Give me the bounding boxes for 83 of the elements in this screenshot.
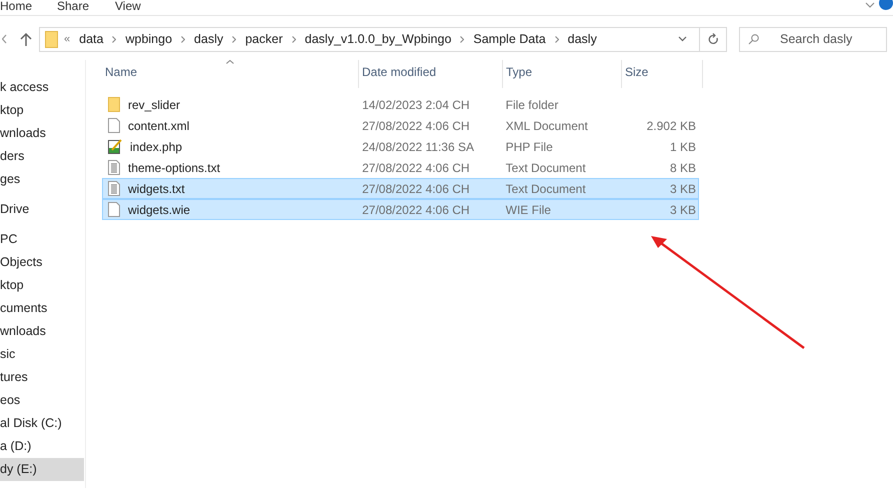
file-name: content.xml: [128, 118, 190, 132]
sidebar-item[interactable]: sic: [0, 343, 84, 366]
type-cell-text: Text Document: [504, 160, 587, 174]
sidebar-item[interactable]: tures: [0, 366, 84, 389]
file-name: index.php: [130, 140, 182, 154]
notepad-icon: [108, 139, 122, 154]
type-cell-text: File folder: [504, 98, 560, 112]
column-header[interactable]: Type: [503, 60, 622, 88]
ribbon-tab[interactable]: Home: [0, 0, 57, 13]
sidebar-item[interactable]: k access: [0, 76, 84, 99]
date-cell-text: 27/08/2022 4:06 CH: [361, 202, 471, 216]
sidebar-item[interactable]: ktop: [0, 99, 84, 122]
chevron-right-icon[interactable]: [181, 36, 186, 42]
type-cell-text: WIE File: [504, 202, 552, 216]
address-bar[interactable]: « data wpbingo dasly packer dasly_v1.0.0_by_Wpbingo Sample Data dasly: [39, 26, 727, 52]
sidebar-item[interactable]: PC: [0, 228, 84, 251]
breadcrumb[interactable]: dasly: [194, 32, 224, 46]
chevron-right-icon[interactable]: [460, 36, 464, 42]
size-cell: 3 KB: [670, 202, 696, 216]
file-name: rev_slider: [128, 98, 180, 112]
file-row[interactable]: index.php 24/08/2022 11:36 SA PHP File 1 KB: [102, 136, 699, 157]
date-cell-text: 14/02/2023 2:04 CH: [361, 98, 471, 112]
date-cell-text: 27/08/2022 4:06 CH: [361, 182, 471, 196]
sidebar-item[interactable]: al Disk (C:): [0, 412, 84, 435]
chevron-down-icon[interactable]: [865, 2, 875, 8]
column-header[interactable]: Date modified: [359, 60, 503, 88]
file-row[interactable]: widgets.txt 27/08/2022 4:06 CH Text Document 3 KB: [102, 178, 699, 199]
file-name: widgets.wie: [128, 202, 190, 216]
breadcrumb[interactable]: packer: [245, 32, 283, 46]
sidebar-item[interactable]: a (D:): [0, 435, 84, 458]
type-cell-text: XML Document: [504, 118, 589, 132]
sidebar-item[interactable]: ges: [0, 168, 84, 191]
breadcrumb[interactable]: dasly: [568, 32, 597, 46]
size-cell: 2.902 KB: [646, 118, 696, 132]
chevron-down-icon[interactable]: [678, 36, 687, 42]
up-arrow-icon[interactable]: [20, 32, 32, 46]
sidebar-item[interactable]: wnloads: [0, 122, 84, 145]
file-row[interactable]: theme-options.txt 27/08/2022 4:06 CH Text Document 8 KB: [102, 157, 699, 178]
sidebar-item[interactable]: dy (E:): [0, 458, 84, 481]
sidebar-item[interactable]: wnloads: [0, 320, 84, 343]
size-cell: 8 KB: [670, 160, 696, 174]
date-cell-text: 24/08/2022 11:36 SA: [361, 140, 475, 154]
type-cell-text: Text Document: [504, 182, 587, 196]
ribbon-tab[interactable]: Share: [57, 0, 115, 13]
file-name: widgets.txt: [128, 182, 185, 196]
search-field[interactable]: Search dasly: [739, 26, 887, 52]
folder-icon: [108, 97, 120, 112]
search-icon: [748, 34, 759, 44]
size-cell: 1 KB: [670, 140, 696, 154]
file-name: theme-options.txt: [128, 160, 220, 174]
breadcrumb[interactable]: data: [79, 32, 104, 46]
folder-icon: [45, 30, 58, 48]
sidebar-item[interactable]: Drive: [0, 198, 84, 221]
file-icon: [108, 202, 120, 217]
chevron-right-icon[interactable]: [232, 36, 236, 42]
column-header[interactable]: Size: [622, 60, 703, 88]
help-icon[interactable]: [879, 0, 893, 10]
file-row[interactable]: rev_slider 14/02/2023 2:04 CH File folder: [102, 94, 699, 115]
chevron-right-icon[interactable]: [112, 36, 116, 42]
sidebar-item[interactable]: ders: [0, 145, 84, 168]
breadcrumb[interactable]: wpbingo: [125, 32, 172, 46]
file-row[interactable]: widgets.wie 27/08/2022 4:06 CH WIE File 3 KB: [102, 199, 699, 220]
refresh-icon[interactable]: [708, 33, 718, 45]
sidebar-item[interactable]: eos: [0, 389, 84, 412]
file-icon: [108, 118, 120, 133]
sidebar-item[interactable]: ktop: [0, 274, 84, 297]
chevron-right-icon[interactable]: [292, 36, 296, 42]
size-cell: 3 KB: [670, 182, 696, 196]
type-cell-text: PHP File: [504, 140, 554, 154]
ribbon-tab[interactable]: View: [115, 0, 141, 13]
sort-caret-icon: [226, 60, 234, 64]
file-row[interactable]: content.xml 27/08/2022 4:06 CH XML Document 2.902 KB: [102, 115, 699, 136]
text-file-icon: [108, 160, 120, 175]
breadcrumb[interactable]: Sample Data: [473, 32, 546, 46]
sidebar-item[interactable]: cuments: [0, 297, 84, 320]
date-cell-text: 27/08/2022 4:06 CH: [361, 118, 471, 132]
date-cell-text: 27/08/2022 4:06 CH: [361, 160, 471, 174]
overflow-chevron[interactable]: «: [64, 33, 70, 45]
breadcrumb[interactable]: dasly_v1.0.0_by_Wpbingo: [304, 32, 452, 46]
sidebar-item[interactable]: Objects: [0, 251, 84, 274]
text-file-icon: [108, 181, 120, 196]
chevron-right-icon[interactable]: [554, 36, 559, 42]
column-header[interactable]: Name: [102, 60, 359, 88]
